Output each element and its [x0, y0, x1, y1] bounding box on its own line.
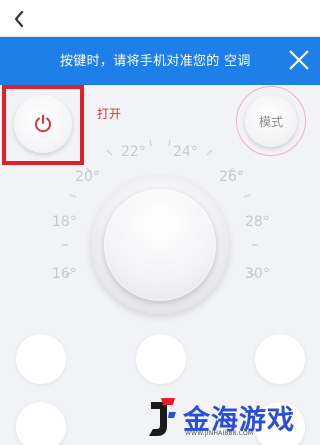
function-button[interactable]: [255, 334, 305, 384]
power-label: 打开: [97, 107, 122, 121]
hint-banner: 按键时，请将手机对准您的 空调: [0, 37, 320, 85]
temp-label: 26°: [219, 169, 244, 185]
temperature-knob[interactable]: [104, 189, 216, 301]
logo-icon: [149, 398, 176, 436]
temp-label: 24°: [173, 144, 198, 160]
function-button[interactable]: [16, 334, 66, 384]
chevron-left-icon: [14, 10, 24, 28]
temp-label: 30°: [245, 266, 270, 282]
temp-label: 18°: [52, 214, 77, 230]
function-button[interactable]: [136, 334, 186, 384]
top-bar: [0, 0, 320, 37]
temp-label: 16°: [52, 266, 77, 282]
close-icon[interactable]: [286, 47, 312, 73]
banner-text: 按键时，请将手机对准您的 空调: [60, 54, 251, 69]
temp-label: 20°: [75, 169, 100, 185]
back-button[interactable]: [6, 7, 32, 31]
temp-label: 22°: [121, 144, 146, 160]
temp-label: 28°: [245, 214, 270, 230]
watermark-url: WWW.JINHAI888.COM: [185, 430, 254, 437]
function-button[interactable]: [16, 402, 66, 445]
watermark: 金海游戏 WWW.JINHAI888.COM: [145, 396, 315, 444]
mode-label: 模式: [258, 114, 283, 129]
